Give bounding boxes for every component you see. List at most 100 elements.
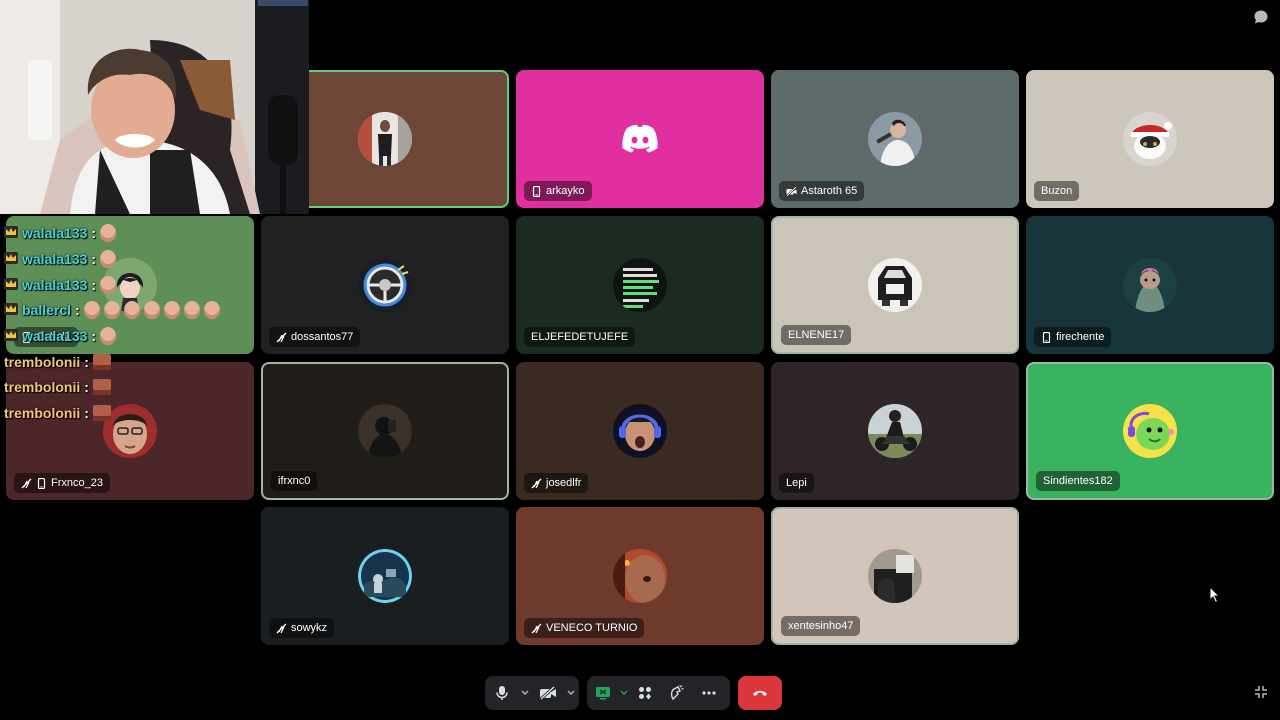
chat-message: walala133: bbox=[4, 248, 117, 270]
deafened-icon bbox=[531, 478, 542, 489]
participant-name-tag: Lepi bbox=[779, 473, 814, 493]
chat-bubble-icon[interactable] bbox=[1253, 9, 1269, 25]
screen-share-button[interactable] bbox=[587, 676, 619, 710]
participant-name-tag: VENECO TURNIO bbox=[524, 618, 645, 638]
chat-separator: : bbox=[84, 354, 89, 370]
participant-tile[interactable]: Buzon bbox=[1026, 70, 1274, 208]
chat-emote-icon bbox=[100, 327, 117, 345]
leave-call-button[interactable] bbox=[738, 676, 782, 710]
chat-message: walala133: bbox=[4, 222, 117, 244]
participant-avatar bbox=[358, 258, 412, 312]
participant-avatar bbox=[358, 404, 412, 458]
participant-tile[interactable]: ELNENE17 bbox=[771, 216, 1019, 354]
participant-tile[interactable]: ifrxnc0 bbox=[261, 362, 509, 500]
voice-controls-activities bbox=[587, 676, 730, 710]
chat-emote-icon bbox=[103, 301, 120, 319]
chat-separator: : bbox=[84, 405, 89, 421]
participant-tile[interactable]: VENECO TURNIO bbox=[516, 507, 764, 645]
chat-message: trembolonii: bbox=[4, 376, 111, 398]
participant-avatar bbox=[613, 404, 667, 458]
participant-name-tag: sowykz bbox=[269, 618, 335, 638]
exit-fullscreen-button[interactable] bbox=[1254, 685, 1268, 699]
participant-avatar bbox=[358, 112, 412, 166]
participant-name: Frxnco_23 bbox=[51, 477, 103, 489]
participant-tile[interactable]: Sindientes182 bbox=[1026, 362, 1274, 500]
participant-name: sowykz bbox=[291, 622, 328, 634]
participant-avatar bbox=[613, 258, 667, 312]
participant-tile[interactable]: Lepi bbox=[771, 362, 1019, 500]
participant-name-tag: firechente bbox=[1034, 327, 1112, 347]
deafened-icon bbox=[21, 478, 32, 489]
screen-share-options-button[interactable] bbox=[619, 676, 629, 710]
chat-emote-icon bbox=[92, 379, 111, 395]
chat-emote-icon bbox=[83, 301, 100, 319]
participant-name-tag: arkayko bbox=[524, 181, 592, 201]
participant-avatar bbox=[613, 549, 667, 603]
participant-name: ELNENE17 bbox=[788, 329, 845, 341]
participant-tile[interactable]: Astaroth 65 bbox=[771, 70, 1019, 208]
participant-name-tag: ifrxnc0 bbox=[271, 471, 318, 491]
chat-username: walala133 bbox=[22, 277, 88, 293]
soundboard-button[interactable] bbox=[661, 676, 693, 710]
deafened-icon bbox=[531, 623, 542, 634]
participant-tile[interactable]: ELJEFEDETUJEFE bbox=[516, 216, 764, 354]
mic-options-button[interactable] bbox=[519, 676, 531, 710]
participant-avatar bbox=[868, 258, 922, 312]
leave-call-icon bbox=[753, 691, 767, 696]
chat-emote-icon bbox=[100, 276, 117, 294]
microphone-button[interactable] bbox=[485, 676, 519, 710]
deafened-icon bbox=[276, 332, 287, 343]
participant-tile[interactable]: sowykz bbox=[261, 507, 509, 645]
participant-name: firechente bbox=[1056, 331, 1105, 343]
chat-message: trembolonii: bbox=[4, 402, 111, 424]
participant-avatar bbox=[358, 549, 412, 603]
participant-avatar bbox=[1123, 404, 1177, 458]
participant-name-tag: dossantos77 bbox=[269, 327, 361, 347]
discord-logo-icon bbox=[613, 112, 667, 166]
chat-username: trembolonii bbox=[4, 379, 81, 395]
camera-button[interactable] bbox=[531, 676, 565, 710]
participant-name: Lepi bbox=[786, 477, 807, 489]
participant-name-tag: josedlfr bbox=[524, 473, 589, 493]
participant-name-tag: Frxnco_23 bbox=[14, 473, 110, 493]
chat-username: walala133 bbox=[22, 328, 88, 344]
activities-icon bbox=[639, 687, 651, 700]
participant-name-tag: ELJEFEDETUJEFE bbox=[524, 327, 636, 347]
participant-tile[interactable]: arkayko bbox=[516, 70, 764, 208]
chat-username: trembolonii bbox=[4, 354, 81, 370]
more-options-button[interactable] bbox=[693, 676, 725, 710]
participant-tile[interactable]: josedlfr bbox=[516, 362, 764, 500]
crown-badge-icon bbox=[4, 277, 18, 293]
participant-name: Astaroth 65 bbox=[801, 185, 858, 197]
participant-name-tag: Astaroth 65 bbox=[779, 181, 865, 201]
participant-tile[interactable]: firechente bbox=[1026, 216, 1274, 354]
chat-username: walala133 bbox=[22, 225, 88, 241]
participant-avatar bbox=[103, 404, 157, 458]
participant-name-tag: Buzon bbox=[1034, 181, 1080, 201]
activities-button[interactable] bbox=[629, 676, 661, 710]
mobile-icon bbox=[1041, 331, 1052, 343]
crown-badge-icon bbox=[4, 302, 18, 318]
chat-message: trembolonii: bbox=[4, 351, 111, 373]
crown-badge-icon bbox=[4, 328, 18, 344]
chat-separator: : bbox=[75, 302, 80, 318]
chat-separator: : bbox=[91, 328, 97, 344]
participant-name-tag: Sindientes182 bbox=[1036, 471, 1120, 491]
participant-avatar bbox=[1123, 258, 1177, 312]
participant-avatar bbox=[868, 549, 922, 603]
participant-name: Sindientes182 bbox=[1043, 475, 1113, 487]
chevron-down-icon bbox=[620, 690, 628, 695]
participant-avatar bbox=[868, 112, 922, 166]
chat-emote-icon bbox=[203, 301, 220, 319]
participant-tile[interactable]: xentesinho47 bbox=[771, 507, 1019, 645]
participant-tile[interactable]: dossantos77 bbox=[261, 216, 509, 354]
camera-off-icon bbox=[786, 185, 797, 197]
crown-badge-icon bbox=[4, 225, 18, 241]
mouse-cursor-icon bbox=[1209, 585, 1221, 604]
chat-message: ballercl: bbox=[4, 299, 220, 321]
camera-options-button[interactable] bbox=[565, 676, 577, 710]
chat-separator: : bbox=[84, 379, 89, 395]
participant-name: Buzon bbox=[1041, 185, 1073, 197]
participant-name: ELJEFEDETUJEFE bbox=[531, 331, 629, 343]
chat-separator: : bbox=[91, 225, 97, 241]
